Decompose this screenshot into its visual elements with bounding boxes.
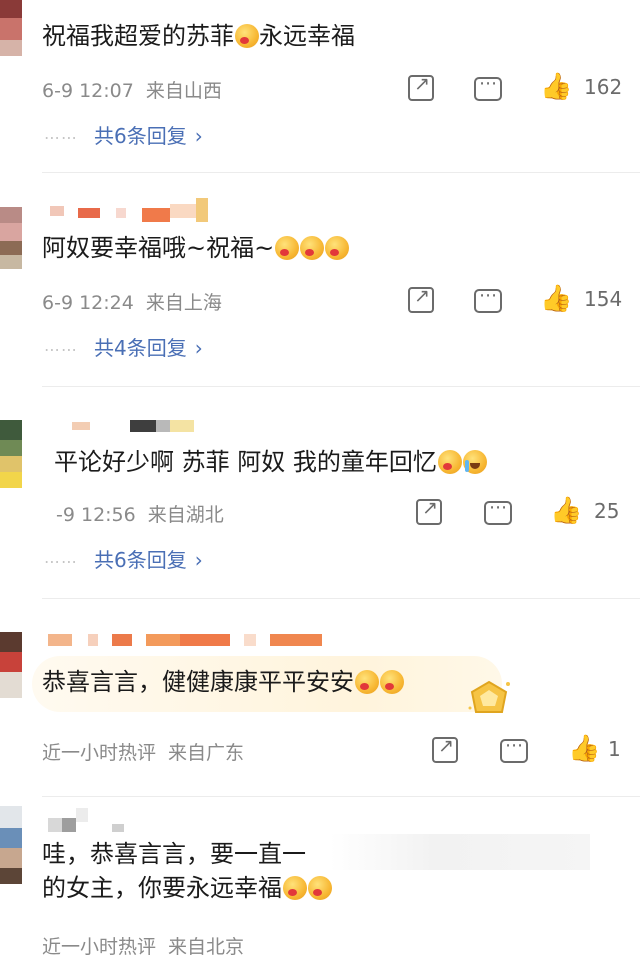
hot-label: 近一小时热评 xyxy=(42,936,157,958)
comment-text-line-1: 哇，恭喜言言，要一直一 xyxy=(42,840,306,868)
location: 来自北京 xyxy=(168,936,245,958)
emoji-icon xyxy=(283,876,307,900)
comment-meta: 近一小时热评 来自北京 xyxy=(42,932,244,959)
emoji-icon xyxy=(308,876,332,900)
avatar[interactable] xyxy=(0,806,22,884)
comment-5: 哇，恭喜言言，要一直一 的女主，你要永远幸福 近一小时热评 来自北京 xyxy=(0,0,640,960)
comment-text: 哇，恭喜言言，要一直一 的女主，你要永远幸福 xyxy=(42,838,332,904)
username-redacted[interactable] xyxy=(48,808,132,832)
comment-text-line-2: 的女主，你要永远幸福 xyxy=(42,872,332,904)
